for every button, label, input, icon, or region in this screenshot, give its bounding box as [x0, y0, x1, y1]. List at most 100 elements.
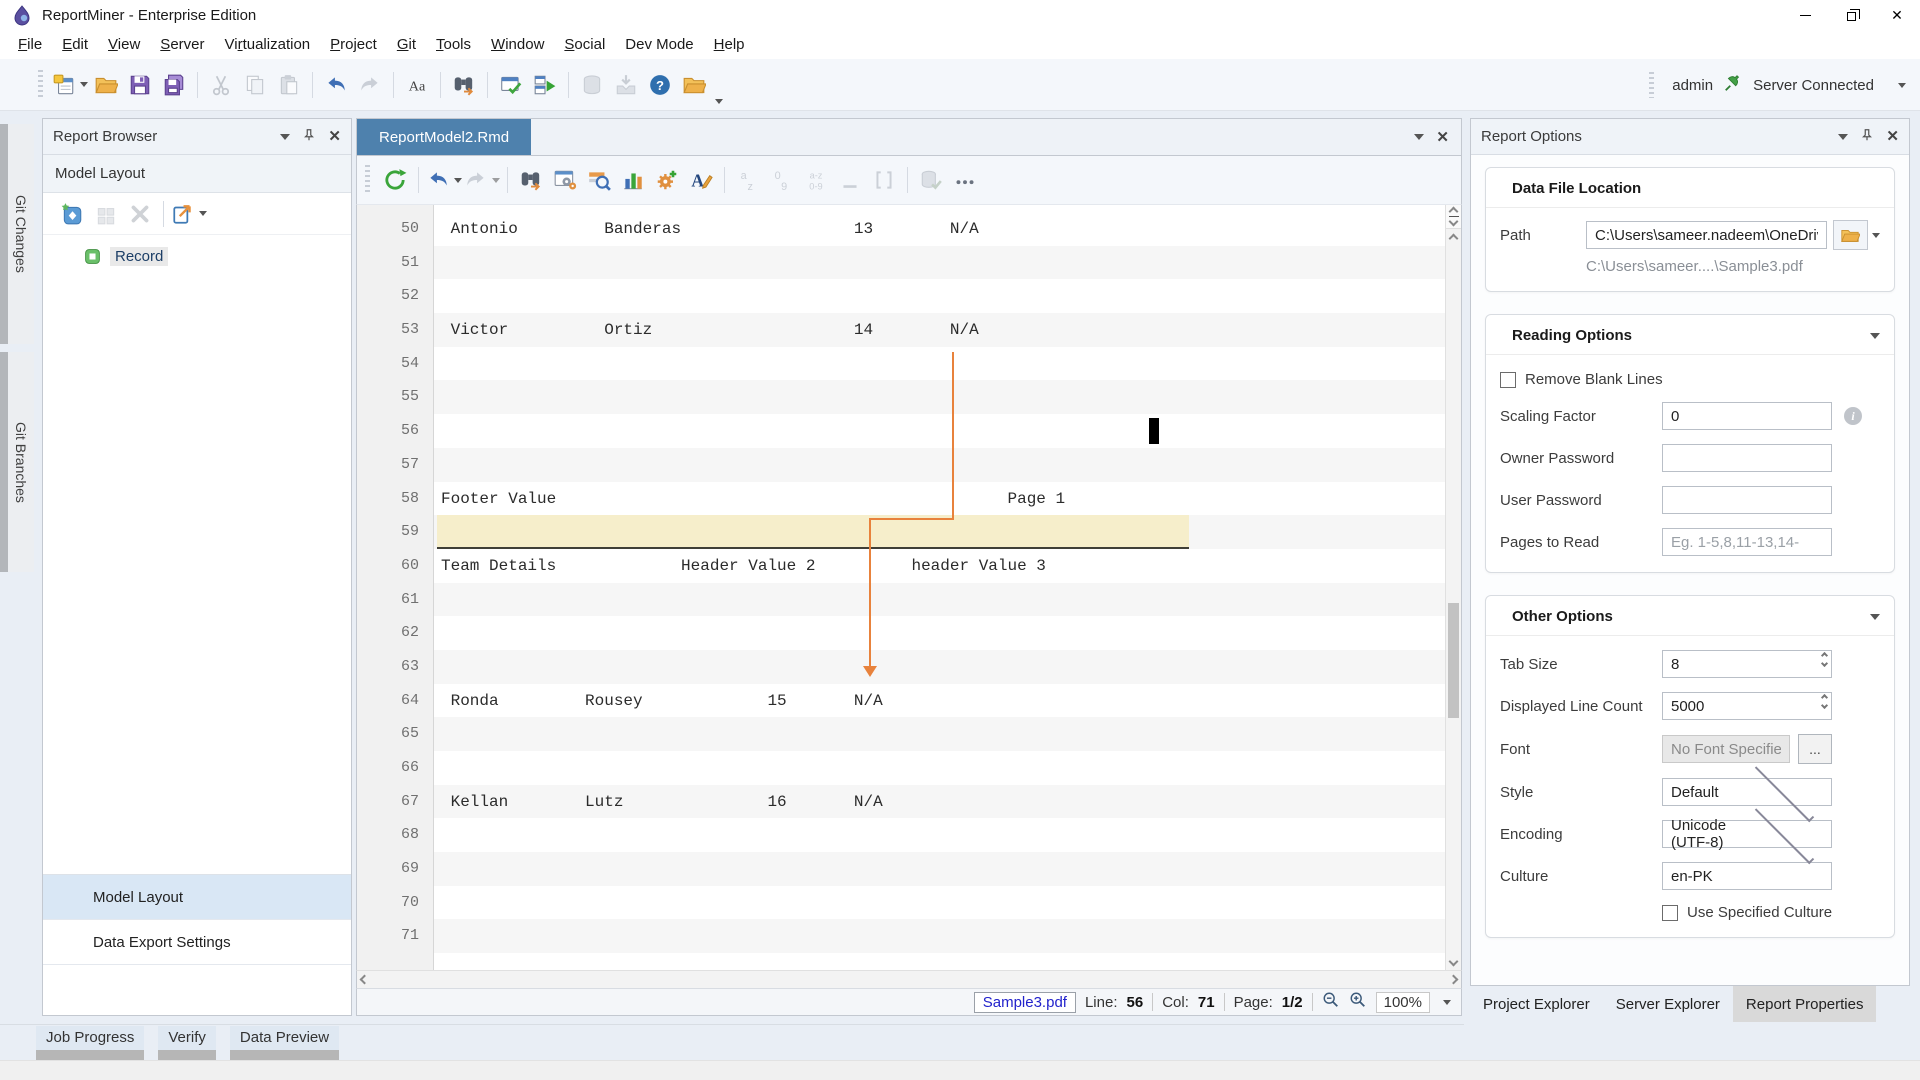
scroll-up-button[interactable] [1446, 229, 1461, 247]
delete-x-button[interactable] [124, 198, 156, 230]
culture-input[interactable] [1662, 862, 1832, 890]
add-grid-button[interactable] [90, 198, 122, 230]
auto-create-fields-button[interactable] [549, 164, 581, 196]
panel-menu-icon[interactable] [1838, 134, 1848, 140]
zoom-dropdown-caret-icon[interactable] [1443, 1000, 1451, 1005]
editor-line[interactable]: Kellan Lutz 16 N/A [434, 785, 1461, 819]
editor-line[interactable] [434, 650, 1461, 684]
side-tab-git-changes[interactable]: Git Changes [0, 124, 34, 344]
collapse-card-icon[interactable] [1870, 333, 1880, 339]
menu-view[interactable]: View [98, 32, 150, 57]
export-button[interactable] [171, 198, 207, 230]
info-icon[interactable]: i [1844, 407, 1862, 425]
paste-button[interactable] [273, 69, 305, 101]
collapse-card-icon[interactable] [1870, 614, 1880, 620]
use-specified-culture-checkbox[interactable] [1662, 905, 1678, 921]
document-tab-active[interactable]: ReportModel2.Rmd [357, 119, 531, 155]
close-button[interactable]: ✕ [1874, 0, 1920, 30]
pin-icon[interactable] [302, 128, 316, 146]
editor-line[interactable] [434, 919, 1461, 953]
menu-edit[interactable]: Edit [52, 32, 98, 57]
pin-icon[interactable] [1860, 128, 1874, 146]
user-password-input[interactable] [1662, 486, 1832, 514]
find-binoculars-button[interactable] [448, 69, 480, 101]
menu-git[interactable]: Git [387, 32, 426, 57]
overflow-dots-button[interactable] [949, 164, 981, 196]
dock-tab-server-explorer[interactable]: Server Explorer [1603, 986, 1733, 1022]
editor-line[interactable] [434, 717, 1461, 751]
cut-button[interactable] [205, 69, 237, 101]
dropdown-caret-icon[interactable] [454, 178, 462, 183]
editor-line[interactable] [434, 616, 1461, 650]
editor-line[interactable] [434, 347, 1461, 381]
view-switch-data-export-settings[interactable]: Data Export Settings [43, 920, 351, 965]
verify-window-button[interactable] [495, 69, 527, 101]
status-overflow-caret-icon[interactable] [1898, 83, 1906, 88]
editor-line[interactable] [434, 279, 1461, 313]
dock-tab-project-explorer[interactable]: Project Explorer [1470, 986, 1603, 1022]
auto-parse-button[interactable] [651, 164, 683, 196]
copy-button[interactable] [239, 69, 271, 101]
tab-size-input[interactable] [1662, 650, 1832, 678]
pages-to-read-input[interactable] [1662, 528, 1832, 556]
editor-line[interactable]: Footer Value Page 1 [434, 482, 1461, 516]
toolbar-grip[interactable] [38, 70, 43, 100]
dock-tab-job-progress[interactable]: Job Progress [36, 1026, 144, 1063]
font-format-button[interactable]: A [685, 164, 717, 196]
zoom-level[interactable]: 100% [1376, 992, 1430, 1013]
dropdown-caret-icon[interactable] [80, 82, 88, 87]
editor-line[interactable] [434, 246, 1461, 280]
editor-line[interactable] [434, 818, 1461, 852]
field-stats-button[interactable] [617, 164, 649, 196]
toolbar-grip[interactable] [1649, 72, 1654, 98]
view-switch-model-layout[interactable]: Model Layout [43, 875, 351, 920]
browse-folder-button[interactable] [1833, 220, 1868, 250]
font-case-button[interactable]: Aa [401, 69, 433, 101]
spinner-buttons[interactable] [1822, 653, 1827, 666]
run-window-button[interactable] [529, 69, 561, 101]
scaling-factor-input[interactable] [1662, 402, 1832, 430]
remove-blank-lines-checkbox[interactable] [1500, 372, 1516, 388]
database-button[interactable] [576, 69, 608, 101]
menu-social[interactable]: Social [554, 32, 615, 57]
style-select[interactable]: Default [1662, 778, 1832, 806]
menu-file[interactable]: File [8, 32, 52, 57]
font-browse-button[interactable]: ... [1798, 734, 1832, 764]
add-record-button[interactable] [56, 198, 88, 230]
encoding-select[interactable]: Unicode (UTF-8) [1662, 820, 1832, 848]
open-report-folder-button[interactable] [678, 69, 710, 101]
menu-project[interactable]: Project [320, 32, 387, 57]
restore-button[interactable] [1828, 0, 1874, 30]
sort-az09-button[interactable]: a-z0-9 [800, 164, 832, 196]
tree-item-record[interactable]: Record [43, 243, 351, 269]
scroll-down-button[interactable] [1446, 952, 1461, 970]
splitter-handle-icon[interactable] [1446, 205, 1461, 229]
editor-line[interactable] [434, 414, 1461, 448]
panel-menu-icon[interactable] [280, 134, 290, 140]
owner-password-input[interactable] [1662, 444, 1832, 472]
deploy-button[interactable] [610, 69, 642, 101]
tab-close-icon[interactable]: ✕ [1436, 130, 1449, 145]
toolbar-overflow-icon[interactable] [715, 99, 723, 104]
save-all-button[interactable] [158, 69, 190, 101]
dock-tab-report-properties[interactable]: Report Properties [1733, 986, 1877, 1022]
open-folder-button[interactable] [90, 69, 122, 101]
horizontal-scrollbar[interactable] [356, 970, 1462, 988]
path-input[interactable] [1586, 221, 1827, 249]
help-button[interactable]: ? [644, 69, 676, 101]
scroll-left-button[interactable] [360, 975, 370, 985]
side-tab-git-branches[interactable]: Git Branches [0, 352, 34, 572]
zoom-out-icon[interactable] [1322, 991, 1340, 1013]
underscore-button[interactable] [834, 164, 866, 196]
new-report-button[interactable] [52, 69, 88, 101]
toolbar-grip[interactable] [365, 165, 370, 195]
preview-data-button[interactable] [583, 164, 615, 196]
editor-line-highlighted[interactable] [434, 515, 1461, 549]
undo-button[interactable] [320, 69, 352, 101]
editor-line[interactable] [434, 886, 1461, 920]
displayed-line-count-input[interactable] [1662, 692, 1832, 720]
menu-help[interactable]: Help [704, 32, 755, 57]
dock-tab-verify[interactable]: Verify [158, 1026, 216, 1063]
menu-dev-mode[interactable]: Dev Mode [615, 32, 703, 57]
dock-tab-data-preview[interactable]: Data Preview [230, 1026, 339, 1063]
